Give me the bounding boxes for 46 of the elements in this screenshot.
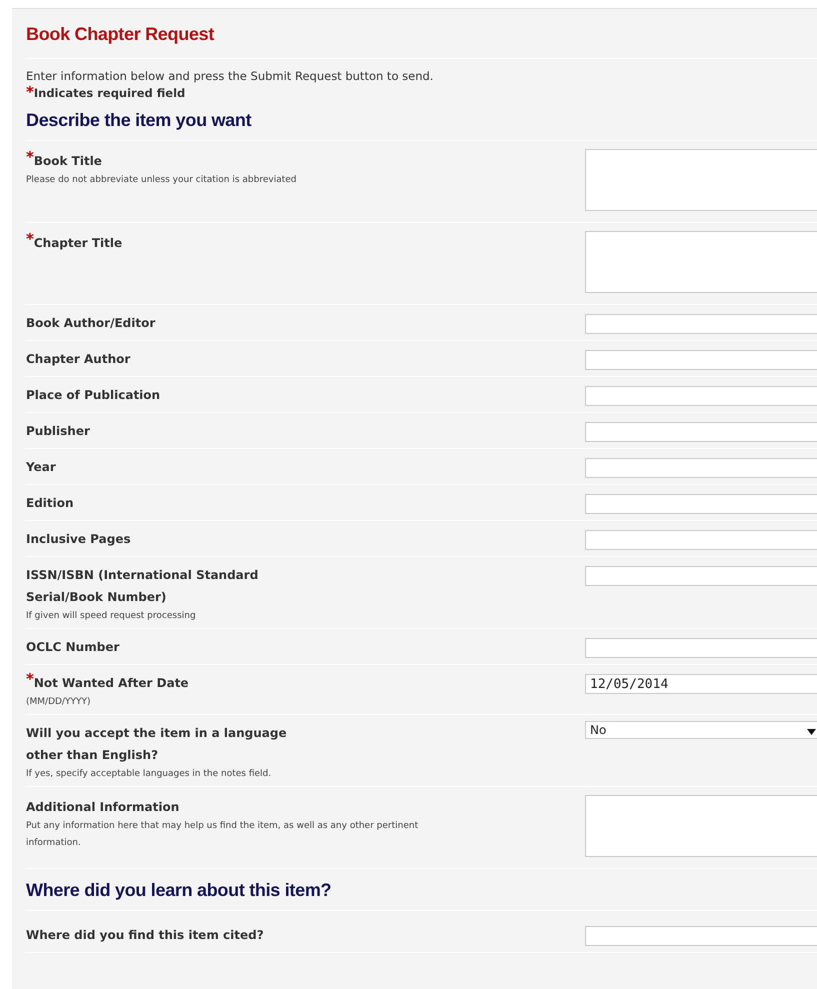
instructions-text: Enter information below and press the Submit Request button to send. [26, 68, 434, 85]
required-asterisk: * [26, 150, 34, 164]
section-heading: Where did you learn about this item? [26, 878, 332, 902]
field-label: Chapter Author [26, 350, 130, 368]
field-label: Place of Publication [26, 386, 160, 404]
field-label: Publisher [26, 422, 90, 440]
dropdown[interactable]: No [585, 720, 817, 738]
field-label: Edition [26, 494, 74, 512]
required-asterisk: * [26, 232, 34, 246]
field-label: Chapter Title [34, 234, 122, 252]
input-field[interactable] [585, 926, 817, 946]
required-note: Indicates required field [34, 85, 186, 102]
input-field[interactable] [585, 422, 817, 442]
input-field[interactable] [585, 458, 817, 478]
input-field[interactable] [585, 350, 817, 370]
input-field[interactable] [585, 386, 817, 406]
field-label: Book Title [34, 152, 102, 170]
dropdown-value: No [590, 722, 606, 738]
text-area[interactable] [585, 230, 817, 292]
field-label: Year [26, 458, 56, 476]
input-field[interactable] [585, 314, 817, 334]
input-field[interactable]: 12/05/2014 [585, 674, 817, 694]
field-hint: Put any information here that may help us find the item, as well as any other pertinent information. [26, 820, 420, 850]
text-area[interactable] [585, 794, 817, 856]
input-field[interactable] [585, 638, 817, 658]
field-label: OCLC Number [26, 638, 120, 656]
field-hint: Please do not abbreviate unless your citation is abbreviated [26, 174, 298, 186]
text-area[interactable] [585, 148, 817, 210]
input-field[interactable] [585, 566, 817, 586]
page-title: Book Chapter Request [26, 23, 216, 46]
field-hint: (MM/DD/YYYY) [26, 696, 92, 708]
field-label: ISSN/ISBN (International Standard Serial/Book Number) [26, 566, 260, 606]
caret-icon [807, 729, 816, 735]
field-label: Not Wanted After Date [34, 674, 189, 692]
input-field[interactable] [585, 530, 817, 550]
field-label: Will you accept the item in a language other than English? [26, 724, 288, 764]
field-label: Book Author/Editor [26, 314, 156, 332]
field-label: Additional Information [26, 798, 180, 816]
field-hint: If given will speed request processing [26, 610, 197, 622]
field-hint: If yes, specify acceptable languages in the notes field. [26, 768, 272, 780]
section-heading: Describe the item you want [26, 108, 252, 132]
field-label: Inclusive Pages [26, 530, 131, 548]
input-field[interactable] [585, 494, 817, 514]
required-asterisk: * [26, 85, 34, 100]
required-asterisk: * [26, 672, 34, 686]
field-label: Where did you find this item cited? [26, 926, 264, 944]
